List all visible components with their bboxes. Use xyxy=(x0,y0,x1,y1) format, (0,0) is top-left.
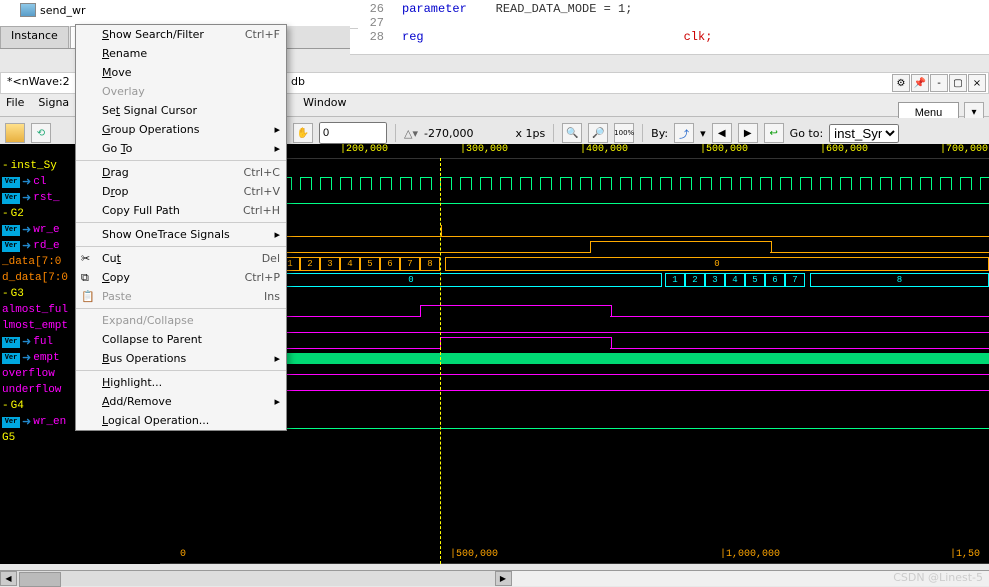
edge-icon[interactable]: ⤴ xyxy=(674,123,694,143)
ver-badge-icon: Ver xyxy=(2,225,20,236)
menu-item-copy[interactable]: ⧉CopyCtrl+P xyxy=(76,268,286,287)
line-number: 26 xyxy=(354,2,402,16)
window-control-buttons: ⚙ 📌 - ▢ × xyxy=(892,74,986,92)
menu-item-group-operations[interactable]: Group Operations▸ xyxy=(76,120,286,139)
window-title-left: *<nWave:2 xyxy=(1,73,76,90)
menu-file[interactable]: File xyxy=(6,96,24,114)
prev-icon[interactable]: ◀ xyxy=(712,123,732,143)
minimize-icon[interactable]: - xyxy=(930,74,948,92)
scroll-thumb[interactable] xyxy=(19,572,61,587)
hand-icon[interactable]: ✋ xyxy=(293,123,313,143)
copy-icon: ⧉ xyxy=(81,271,95,284)
menu-item-add-remove[interactable]: Add/Remove▸ xyxy=(76,392,286,411)
ver-badge-icon: Ver xyxy=(2,241,20,252)
delta-icon: △▾ xyxy=(404,127,418,140)
timescale-bottom: 0|500,000|1,000,000|1,50 xyxy=(160,549,989,564)
menu-item-show-onetrace-signals[interactable]: Show OneTrace Signals▸ xyxy=(76,225,286,244)
arrow-icon: ➜ xyxy=(22,223,31,237)
delta-value: -270,000 xyxy=(424,127,473,140)
menu-item-expand-collapse: Expand/Collapse xyxy=(76,311,286,330)
goto-select[interactable]: inst_Sync xyxy=(829,124,899,143)
menu-item-cut[interactable]: ✂CutDel xyxy=(76,249,286,268)
menu-item-show-search-filter[interactable]: Show Search/FilterCtrl+F xyxy=(76,25,286,44)
ver-badge-icon: Ver xyxy=(2,417,20,428)
menu-item-paste: 📋PasteIns xyxy=(76,287,286,306)
menu-item-copy-full-path[interactable]: Copy Full PathCtrl+H xyxy=(76,201,286,220)
open-folder-icon[interactable] xyxy=(5,123,25,143)
zoom-100-icon[interactable]: 100% xyxy=(614,123,634,143)
menu-item-bus-operations[interactable]: Bus Operations▸ xyxy=(76,349,286,368)
menu-item-logical-operation-[interactable]: Logical Operation... xyxy=(76,411,286,430)
scroll-right-icon[interactable]: ▶ xyxy=(495,571,512,586)
menu-item-drop[interactable]: DropCtrl+V xyxy=(76,182,286,201)
time-unit: x 1ps xyxy=(515,127,545,140)
by-dropdown-icon[interactable]: ▾ xyxy=(700,127,706,140)
signal-row[interactable]: G5 xyxy=(0,430,160,446)
time-input[interactable] xyxy=(319,122,387,144)
paste-icon: 📋 xyxy=(81,290,95,303)
arrow-icon: ➜ xyxy=(22,351,31,365)
menu-item-set-signal-cursor[interactable]: Set Signal Cursor xyxy=(76,101,286,120)
menu-window[interactable]: Window xyxy=(303,96,346,114)
menu-item-rename[interactable]: Rename xyxy=(76,44,286,63)
arrow-icon: ➜ xyxy=(22,415,31,429)
ver-badge-icon: Ver xyxy=(2,353,20,364)
menu-item-drag[interactable]: DragCtrl+C xyxy=(76,163,286,182)
window-title-right: db xyxy=(291,75,305,88)
zoom-in-icon[interactable]: 🔎 xyxy=(588,123,608,143)
arrow-icon: ➜ xyxy=(22,335,31,349)
code-editor: 26parameter READ_DATA_MODE = 1; 27 28reg… xyxy=(350,0,989,55)
menu-item-move[interactable]: Move xyxy=(76,63,286,82)
module-icon xyxy=(20,3,36,17)
menu-item-collapse-to-parent[interactable]: Collapse to Parent xyxy=(76,330,286,349)
zoom-out-icon[interactable]: 🔍 xyxy=(562,123,582,143)
cut-icon: ✂ xyxy=(81,252,95,265)
arrow-icon: ➜ xyxy=(22,191,31,205)
tree-item-sendwr[interactable]: send_wr xyxy=(4,2,354,18)
next-icon[interactable]: ▶ xyxy=(738,123,758,143)
cursor-line[interactable] xyxy=(440,158,441,564)
ver-badge-icon: Ver xyxy=(2,337,20,348)
arrow-icon: ➜ xyxy=(22,175,31,189)
gear-icon[interactable]: ⚙ xyxy=(892,74,910,92)
arrow-icon: ➜ xyxy=(22,239,31,253)
watermark: CSDN @Linest-5 xyxy=(893,571,983,584)
menu-signal[interactable]: Signa xyxy=(38,96,69,114)
menu-item-highlight-[interactable]: Highlight... xyxy=(76,373,286,392)
tab-instance[interactable]: Instance xyxy=(0,26,69,48)
refresh-icon[interactable]: ⟲ xyxy=(31,123,51,143)
menu-item-go-to[interactable]: Go To▸ xyxy=(76,139,286,158)
goto-label: Go to: xyxy=(790,127,824,140)
ver-badge-icon: Ver xyxy=(2,193,20,204)
pin-icon[interactable]: 📌 xyxy=(911,74,929,92)
scroll-left-icon[interactable]: ◀ xyxy=(0,571,17,586)
maximize-icon[interactable]: ▢ xyxy=(949,74,967,92)
status-scrollbar: ◀ ▶ xyxy=(0,570,989,586)
ver-badge-icon: Ver xyxy=(2,177,20,188)
context-menu: Show Search/FilterCtrl+FRenameMoveOverla… xyxy=(75,24,287,431)
menu-item-overlay: Overlay xyxy=(76,82,286,101)
close-icon[interactable]: × xyxy=(968,74,986,92)
by-label: By: xyxy=(651,127,668,140)
goto-icon[interactable]: ↩ xyxy=(764,123,784,143)
